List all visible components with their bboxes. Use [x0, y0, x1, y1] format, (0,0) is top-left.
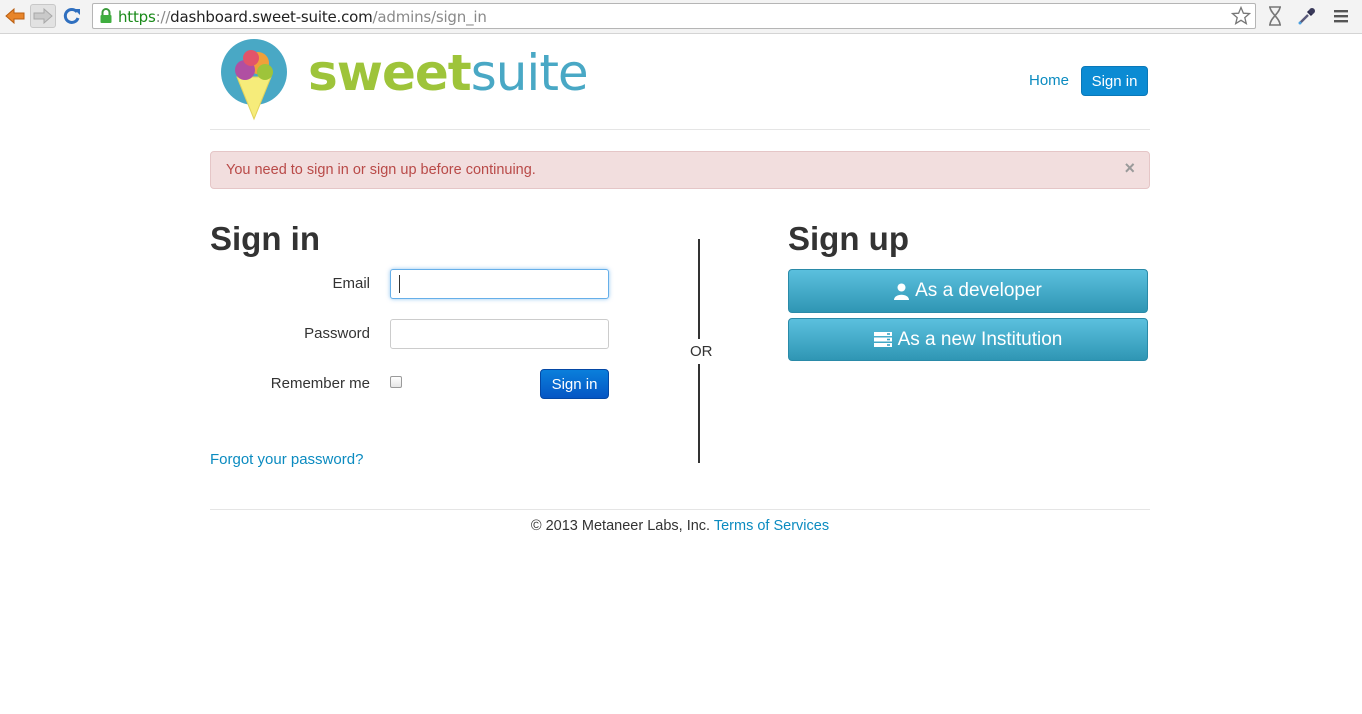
password-field[interactable]: [390, 319, 609, 349]
extension-hourglass-button[interactable]: [1264, 5, 1286, 27]
header-divider: [210, 129, 1150, 130]
text-caret: [399, 275, 400, 293]
hourglass-icon: [1269, 6, 1281, 26]
browser-menu-button[interactable]: [1330, 5, 1352, 27]
user-icon: [894, 283, 910, 300]
server-icon: [873, 332, 892, 347]
signup-institution-button[interactable]: As a new Institution: [788, 318, 1148, 361]
url-scheme: https: [118, 8, 156, 26]
back-button[interactable]: [2, 4, 28, 28]
or-divider-line-bottom: [698, 364, 700, 463]
signup-heading: Sign up: [788, 220, 909, 257]
nav-signin-button[interactable]: Sign in: [1081, 66, 1148, 96]
signin-heading: Sign in: [210, 220, 320, 257]
terms-of-service-link[interactable]: Terms of Services: [714, 518, 829, 534]
ice-cream-logo-icon: [221, 39, 287, 121]
reload-icon: [63, 7, 80, 24]
menu-icon: [1334, 10, 1348, 23]
alert-text: You need to sign in or sign up before co…: [226, 162, 536, 178]
address-bar[interactable]: https://dashboard.sweet-suite.com/admins…: [92, 3, 1256, 29]
sweetsuite-logo[interactable]: sweetsuite: [221, 39, 589, 121]
url-host: dashboard.sweet-suite.com: [170, 8, 373, 26]
email-field[interactable]: [390, 269, 609, 299]
bookmark-star-icon[interactable]: [1231, 6, 1251, 26]
back-arrow-icon: [5, 8, 25, 24]
forgot-password-link[interactable]: Forgot your password?: [210, 451, 363, 468]
reload-button[interactable]: [59, 4, 85, 28]
footer-copyright: © 2013 Metaneer Labs, Inc.: [530, 518, 711, 534]
lock-icon: [100, 8, 112, 23]
footer: © 2013 Metaneer Labs, Inc. Terms of Serv…: [210, 518, 1150, 534]
nav-home-link[interactable]: Home: [1029, 72, 1069, 89]
eyedropper-icon: [1298, 8, 1315, 25]
logo-word-suite: suite: [470, 44, 589, 102]
forward-arrow-icon: [33, 8, 53, 24]
alert-message: You need to sign in or sign up before co…: [210, 151, 1150, 189]
browser-toolbar: https://dashboard.sweet-suite.com/admins…: [0, 0, 1362, 34]
signin-submit-button[interactable]: Sign in: [540, 369, 609, 399]
forward-button[interactable]: [30, 4, 56, 28]
password-label: Password: [304, 325, 370, 342]
or-divider-line-top: [698, 239, 700, 339]
logo-word-sweet: sweet: [308, 44, 472, 102]
email-label: Email: [332, 275, 370, 292]
signup-institution-label: As a new Institution: [897, 328, 1063, 350]
url-separator: ://: [155, 8, 171, 26]
extension-eyedropper-button[interactable]: [1296, 5, 1318, 27]
url-path: /admins/sign_in: [372, 8, 487, 26]
remember-me-checkbox[interactable]: [390, 376, 402, 388]
signup-developer-button[interactable]: As a developer: [788, 269, 1148, 313]
url-text: https://dashboard.sweet-suite.com/admins…: [118, 8, 487, 26]
remember-me-label: Remember me: [270, 375, 370, 392]
signup-developer-label: As a developer: [915, 280, 1042, 301]
or-divider-text: OR: [690, 343, 713, 360]
logo-wordmark: sweetsuite: [308, 44, 589, 102]
alert-close-icon[interactable]: ×: [1124, 158, 1135, 179]
footer-divider: [210, 509, 1150, 510]
